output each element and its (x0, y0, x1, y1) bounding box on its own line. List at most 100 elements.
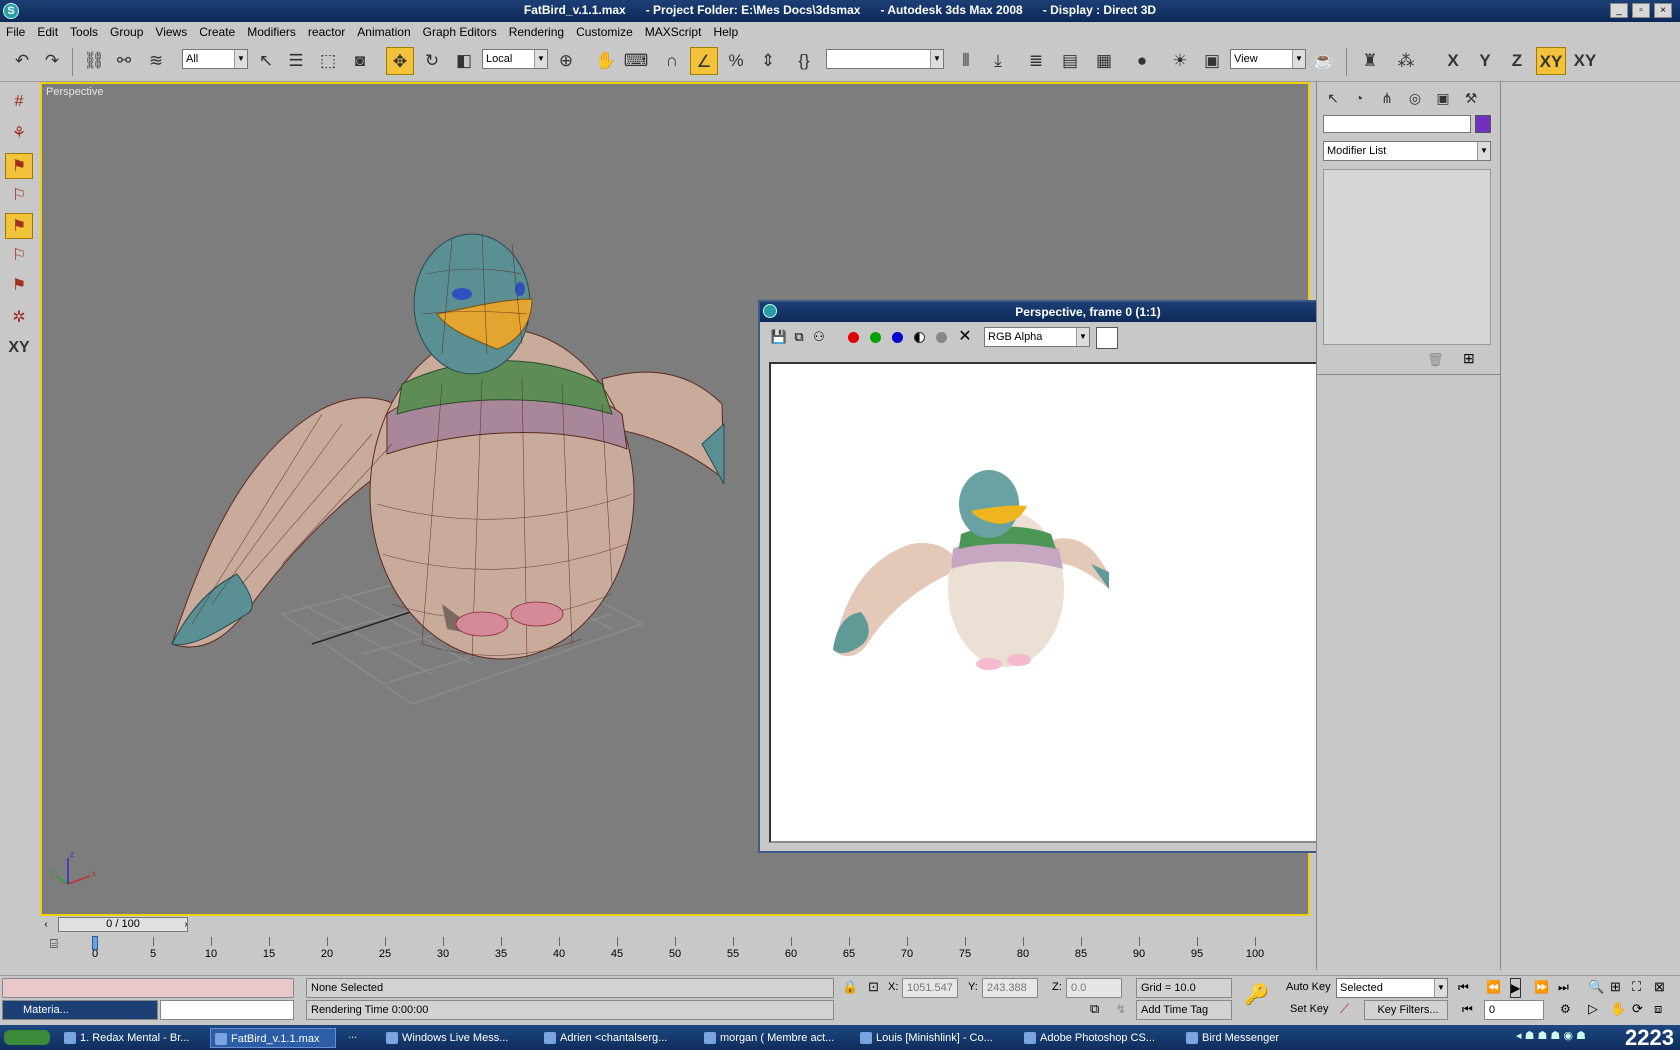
render-setup-icon[interactable]: ☀ (1166, 47, 1194, 75)
key-filters-button[interactable]: Key Filters... (1364, 1000, 1448, 1020)
zoom-extents-icon[interactable]: ⛶ (1632, 978, 1641, 996)
key-mode-toggle-icon[interactable]: ⏮ (1462, 1000, 1473, 1018)
mini-curve-editor-icon[interactable]: ⌸ (50, 936, 58, 952)
taskbar-item-bird-messenger[interactable]: Bird Messenger (1182, 1028, 1338, 1048)
axis-y-button[interactable]: Y (1472, 47, 1498, 75)
window-crossing-icon[interactable]: ◙ (346, 47, 374, 75)
taskbar-item-3dsmax[interactable]: FatBird_v.1.1.max (210, 1028, 336, 1048)
blue-channel-icon[interactable] (892, 332, 903, 343)
taskbar-item-adrien-chat[interactable]: Adrien <chantalserg... (540, 1028, 692, 1048)
axis-xy-button[interactable]: XY (1536, 47, 1566, 75)
absolute-mode-icon[interactable]: ⊡ (868, 978, 879, 996)
motion-tab-icon[interactable]: ◎ (1403, 86, 1427, 110)
time-tag-icon[interactable]: ↯ (1116, 1000, 1126, 1018)
menu-tools[interactable]: Tools (64, 22, 104, 42)
select-by-name-icon[interactable]: ☰ (282, 47, 310, 75)
play-animation-icon[interactable]: ▶ (1510, 978, 1522, 998)
time-slider[interactable]: 0 / 100 (58, 917, 188, 932)
create-spring-icon[interactable]: ⚑ (5, 273, 33, 299)
system-tray-icons[interactable]: ◂ ☗ ☗ ☗ ◉ ☗ (1516, 1029, 1606, 1046)
zoom-all-icon[interactable]: ⊞ (1610, 978, 1621, 996)
display-tab-icon[interactable]: ▣ (1431, 86, 1455, 110)
taskbar-item-morgan-chat[interactable]: morgan ( Membre act... (700, 1028, 850, 1048)
current-frame-field[interactable]: 0 (1484, 1000, 1544, 1020)
spinner-snap-icon[interactable]: ⇕ (754, 47, 782, 75)
modifier-list-dropdown[interactable]: Modifier List ▼ (1323, 141, 1491, 161)
menu-animation[interactable]: Animation (351, 22, 416, 42)
field-of-view-icon[interactable]: ▷ (1588, 1000, 1598, 1018)
auto-key-button[interactable]: Auto Key (1286, 978, 1331, 996)
menu-graph-editors[interactable]: Graph Editors (417, 22, 503, 42)
maxscript-listener-field[interactable] (2, 978, 294, 998)
menu-group[interactable]: Group (104, 22, 149, 42)
select-and-link-icon[interactable]: ⛓ (80, 47, 108, 75)
mirror-icon[interactable]: ⫴ (952, 47, 980, 75)
modifier-stack[interactable] (1323, 169, 1491, 345)
create-rigid-body-collection-icon[interactable]: # (5, 89, 33, 115)
percent-snap-icon[interactable]: % (722, 47, 750, 75)
create-tab-icon[interactable]: ↖ (1321, 86, 1345, 110)
next-frame-icon[interactable]: › (180, 917, 192, 932)
next-key-icon[interactable]: ⏩ (1534, 978, 1549, 996)
copy-image-icon[interactable]: ⧉ (790, 328, 808, 346)
layer-manager-icon[interactable]: ≣ (1022, 47, 1050, 75)
select-and-manipulate-icon[interactable]: ✋ (592, 47, 620, 75)
menu-rendering[interactable]: Rendering (503, 22, 570, 42)
object-name-field[interactable] (1323, 115, 1471, 133)
unlink-icon[interactable]: ⚯ (110, 47, 138, 75)
redo-icon[interactable]: ↷ (38, 47, 66, 75)
selection-filter-dropdown[interactable]: All ▼ (182, 49, 248, 69)
previous-key-icon[interactable]: ⏪ (1486, 978, 1501, 996)
zoom-icon[interactable]: 🔍 (1588, 978, 1604, 996)
create-plane-icon[interactable]: ⚐ (5, 243, 33, 269)
axis-xy-flyout-button[interactable]: XY (1570, 47, 1600, 75)
start-button[interactable] (4, 1030, 50, 1045)
hierarchy-tab-icon[interactable]: ⋔ (1375, 86, 1399, 110)
save-image-icon[interactable]: 💾 (770, 328, 788, 346)
create-deforming-mesh-collection-icon[interactable]: ⚑ (5, 213, 33, 239)
quick-render-teapot-icon[interactable]: ☕ (1310, 47, 1338, 75)
current-time-marker[interactable] (92, 936, 98, 950)
set-keys-icon[interactable]: 🔑 (1244, 985, 1269, 1005)
edit-named-selection-icon[interactable]: {} (790, 47, 818, 75)
particle-icon[interactable]: ⁂ (1392, 47, 1420, 75)
render-view-dropdown[interactable]: View ▼ (1230, 49, 1306, 69)
reactor-icon[interactable]: ♜ (1356, 47, 1384, 75)
menu-help[interactable]: Help (707, 22, 744, 42)
align-icon[interactable]: ⤓ (984, 47, 1012, 75)
create-softbody-collection-icon[interactable]: ⚑ (5, 153, 33, 179)
material-editor-icon[interactable]: ● (1128, 47, 1156, 75)
add-time-tag-button[interactable]: Add Time Tag (1136, 1000, 1232, 1020)
taskbar-item-photoshop[interactable]: Adobe Photoshop CS... (1020, 1028, 1176, 1048)
select-object-icon[interactable]: ↖ (252, 47, 280, 75)
previous-frame-icon[interactable]: ‹ (40, 917, 52, 932)
axis-x-button[interactable]: X (1440, 47, 1466, 75)
mini-listener-input[interactable] (160, 1000, 294, 1020)
menu-customize[interactable]: Customize (570, 22, 639, 42)
clone-window-icon[interactable]: ⚇ (810, 328, 828, 346)
snaps-toggle-icon[interactable]: ∩ (658, 47, 686, 75)
undo-icon[interactable]: ↶ (8, 47, 36, 75)
transform-gizmo-xy-icon[interactable]: XY (5, 335, 33, 361)
utilities-tab-icon[interactable]: ⚒ (1459, 86, 1483, 110)
rendered-frame-window-icon[interactable]: ▣ (1198, 47, 1226, 75)
menu-modifiers[interactable]: Modifiers (241, 22, 302, 42)
set-key-button[interactable]: Set Key (1290, 1000, 1329, 1018)
taskbar-item-redax-mental[interactable]: 1. Redax Mental - Br... (60, 1028, 204, 1048)
adaptive-degradation-icon[interactable]: ⧉ (1090, 1000, 1099, 1018)
maximize-button[interactable]: ▫ (1632, 3, 1650, 18)
y-coordinate-field[interactable]: 243.388 (982, 978, 1038, 998)
named-selection-dropdown[interactable]: ▼ (826, 49, 944, 69)
go-to-end-icon[interactable]: ⏭ (1558, 978, 1569, 996)
reference-coordinate-dropdown[interactable]: Local ▼ (482, 49, 548, 69)
object-color-swatch[interactable] (1475, 115, 1491, 133)
time-configuration-icon[interactable]: ⚙ (1560, 1000, 1571, 1018)
angle-snap-icon[interactable]: ∠ (690, 47, 718, 75)
menu-create[interactable]: Create (193, 22, 241, 42)
pivot-center-icon[interactable]: ⊕ (552, 47, 580, 75)
keyboard-shortcut-toggle-icon[interactable]: ⌨ (622, 47, 650, 75)
axis-z-button[interactable]: Z (1504, 47, 1530, 75)
create-rope-collection-icon[interactable]: ⚐ (5, 183, 33, 209)
alpha-channel-icon[interactable] (914, 332, 925, 343)
rectangular-selection-icon[interactable]: ⬚ (314, 47, 342, 75)
